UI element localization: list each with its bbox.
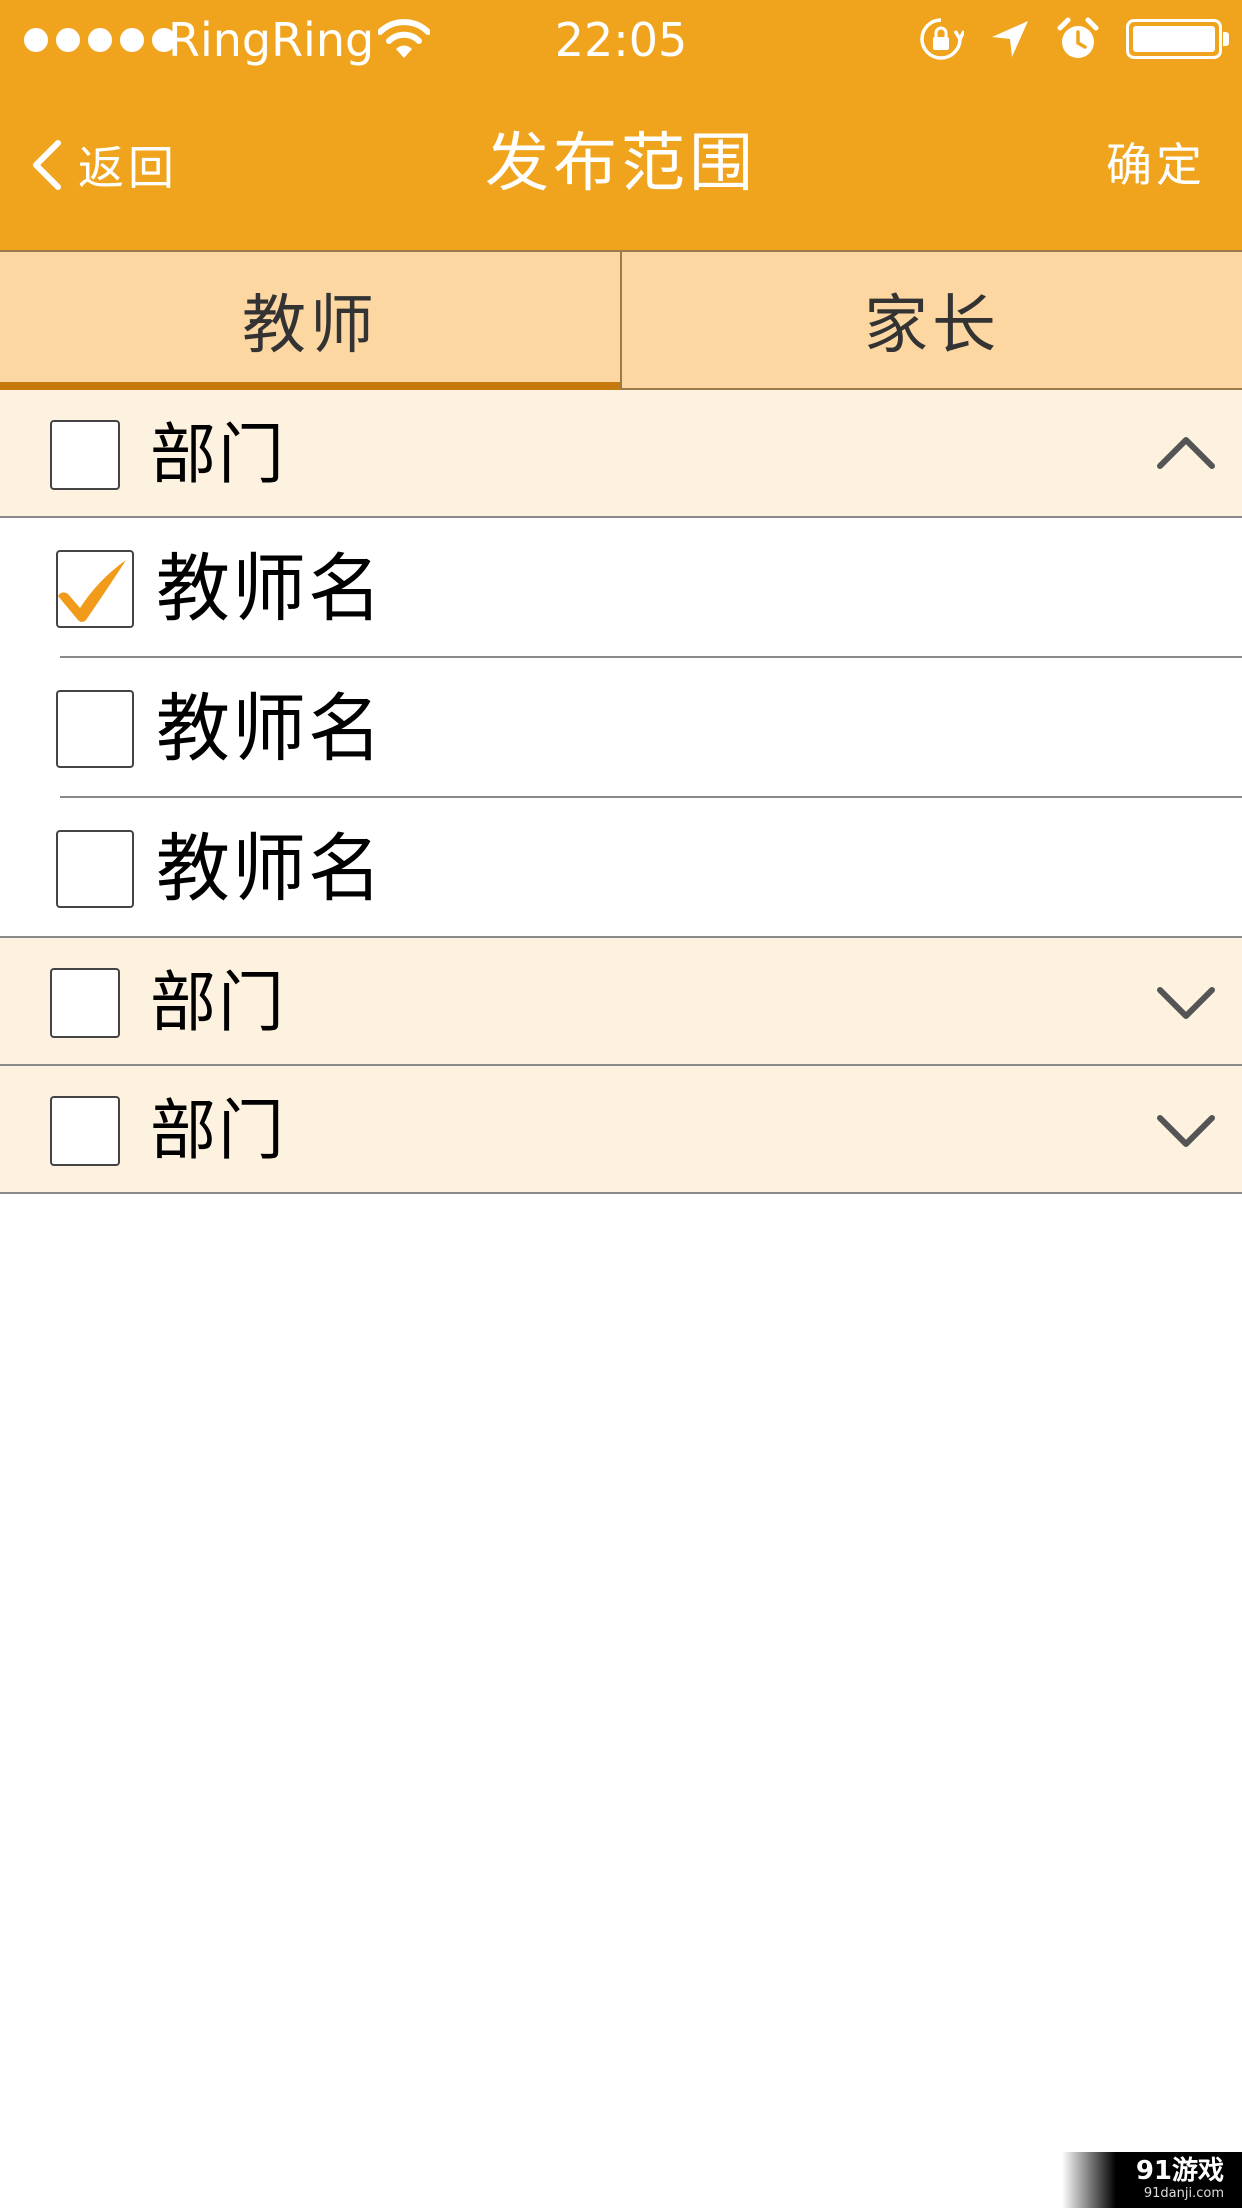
status-icons (918, 16, 1229, 62)
recipient-list: 部门 教师名 教师名 教师名 部门 部门 (0, 390, 1242, 1194)
teacher-checkbox[interactable] (56, 830, 134, 908)
teacher-row[interactable]: 教师名 (0, 798, 1242, 938)
status-bar: RingRing 22:05 (0, 0, 1242, 80)
alarm-icon (1057, 17, 1099, 58)
battery-icon (1126, 19, 1229, 59)
confirm-button[interactable]: 确定 (1106, 134, 1206, 196)
chevron-down-icon[interactable] (1154, 970, 1218, 1034)
teacher-name: 教师名 (156, 546, 384, 632)
tab-parents[interactable]: 家长 (620, 252, 1242, 388)
department-checkbox[interactable] (50, 420, 120, 490)
header: RingRing 22:05 返回 发布范围 确定 (0, 0, 1242, 250)
watermark-url: 91danji.com (1143, 2186, 1224, 2201)
department-row[interactable]: 部门 (0, 390, 1242, 518)
department-row[interactable]: 部门 (0, 938, 1242, 1066)
checkmark-icon (58, 560, 126, 622)
teacher-name: 教师名 (156, 826, 384, 912)
teacher-row[interactable]: 教师名 (0, 518, 1242, 658)
teacher-checkbox[interactable] (56, 550, 134, 628)
rotation-lock-icon (920, 18, 964, 60)
department-label: 部门 (150, 964, 286, 1041)
teacher-row[interactable]: 教师名 (0, 658, 1242, 798)
teacher-name: 教师名 (156, 686, 384, 772)
chevron-down-icon[interactable] (1154, 1098, 1218, 1162)
page-title: 发布范围 (485, 127, 757, 201)
department-row[interactable]: 部门 (0, 1066, 1242, 1194)
tab-teachers[interactable]: 教师 (0, 252, 620, 390)
department-checkbox[interactable] (50, 968, 120, 1038)
navigation-bar: 返回 发布范围 确定 (0, 80, 1242, 250)
chevron-up-icon[interactable] (1154, 422, 1218, 486)
department-label: 部门 (150, 416, 286, 493)
watermark-text: 91游戏 (1135, 2156, 1224, 2186)
department-checkbox[interactable] (50, 1096, 120, 1166)
location-arrow-icon (992, 21, 1028, 57)
teacher-checkbox[interactable] (56, 690, 134, 768)
segment-tabs: 教师 家长 (0, 250, 1242, 390)
department-label: 部门 (150, 1092, 286, 1169)
watermark-logo: 91游戏 91danji.com (1062, 2152, 1242, 2208)
